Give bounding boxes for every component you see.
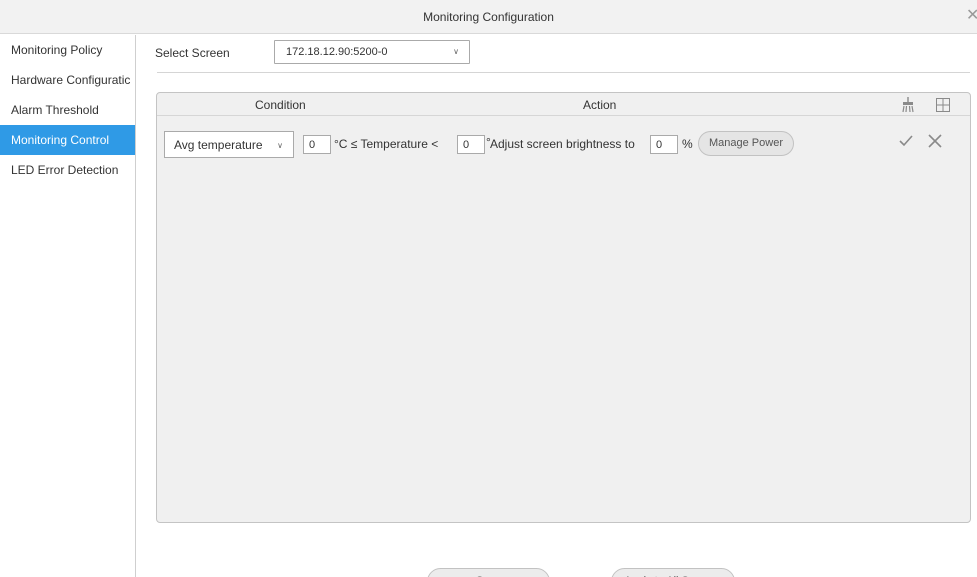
sidebar-item-alarm-threshold[interactable]: Alarm Threshold [0,95,135,125]
sidebar-item-monitoring-policy[interactable]: Monitoring Policy [0,35,135,65]
add-grid-icon[interactable] [935,96,951,114]
screen-select-value: 172.18.12.90:5200-0 [286,46,388,58]
brightness-input[interactable] [650,135,678,154]
sidebar-item-led-error-detection[interactable]: LED Error Detection [0,155,135,185]
percent-label: % [682,137,693,151]
action-header: Action [583,98,617,112]
condition-header: Condition [255,98,306,112]
range-text: °C ≤ Temperature < [334,137,439,151]
panel-header: Condition Action [157,93,970,116]
check-icon[interactable] [898,133,914,149]
manage-power-button[interactable]: Manage Power [698,131,794,156]
max-temperature-input[interactable] [457,135,485,154]
close-icon[interactable]: ✕ [966,7,977,25]
condition-select[interactable]: Avg temperature ∨ [164,131,294,158]
min-temperature-input[interactable] [303,135,331,154]
control-rules-panel: Condition Action Avg temperature ∨ 0 °C … [156,92,971,523]
sidebar-item-hardware-configuration[interactable]: Hardware Configuratic [0,65,135,95]
title-bar: Monitoring Configuration ✕ [0,0,977,34]
sidebar: Monitoring Policy Hardware Configuratic … [0,35,136,577]
condition-select-value: Avg temperature [174,138,263,152]
apply-to-all-screens-button[interactable]: Apply to All Screens [611,568,735,577]
divider [157,72,970,73]
action-text: Adjust screen brightness to [490,137,635,151]
save-button[interactable]: Save [427,568,550,577]
broom-icon[interactable] [900,96,916,114]
window-title: Monitoring Configuration [423,10,554,24]
main-content: Select Screen 172.18.12.90:5200-0 ∨ Cond… [137,35,977,577]
screen-select[interactable]: 172.18.12.90:5200-0 ∨ [274,40,470,64]
chevron-down-icon: ∨ [277,141,283,150]
sidebar-item-monitoring-control[interactable]: Monitoring Control [0,125,135,155]
chevron-down-icon: ∨ [453,47,459,56]
x-icon[interactable] [927,133,943,149]
select-screen-label: Select Screen [155,46,230,60]
